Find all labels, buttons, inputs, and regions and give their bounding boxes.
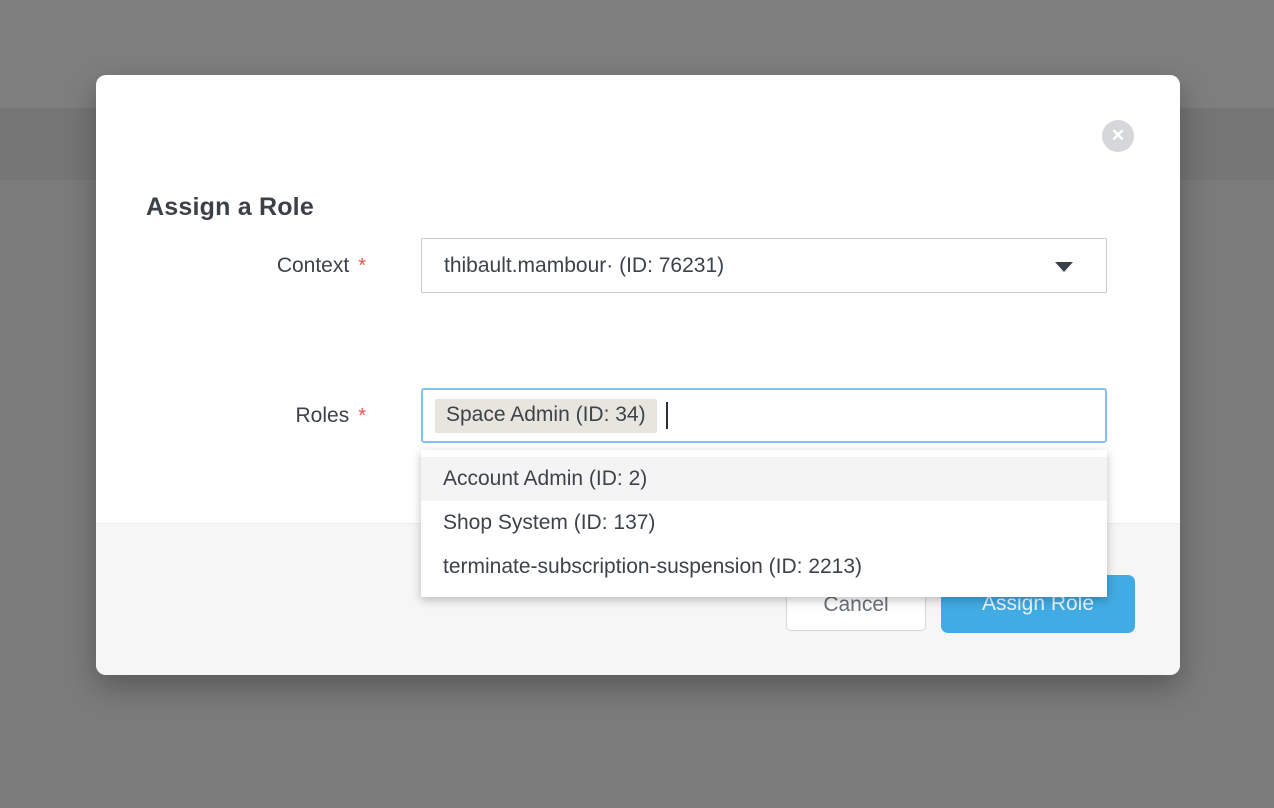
context-required-asterisk: *	[358, 255, 366, 277]
roles-dropdown-list: Account Admin (ID: 2) Shop System (ID: 1…	[421, 450, 1107, 597]
dropdown-option-0[interactable]: Account Admin (ID: 2)	[421, 457, 1107, 501]
assign-role-dialog: Assign a Role ✕ Context * thibault.mambou…	[96, 75, 1180, 675]
roles-multiselect-input[interactable]: Space Admin (ID: 34)	[421, 388, 1107, 443]
chevron-down-icon	[1055, 262, 1073, 272]
dropdown-option-1[interactable]: Shop System (ID: 137)	[421, 501, 1107, 545]
selected-role-tag[interactable]: Space Admin (ID: 34)	[435, 399, 657, 433]
context-select-value: thibault.mambour· (ID: 76231)	[444, 239, 724, 292]
dropdown-option-2[interactable]: terminate-subscription-suspension (ID: 2…	[421, 545, 1107, 589]
context-select[interactable]: thibault.mambour· (ID: 76231)	[421, 238, 1107, 293]
context-label: Context *	[96, 254, 366, 278]
roles-label: Roles *	[96, 404, 366, 428]
close-button[interactable]: ✕	[1102, 120, 1134, 152]
text-cursor	[666, 402, 668, 429]
context-label-text: Context	[277, 254, 349, 277]
roles-label-text: Roles	[296, 404, 350, 427]
dialog-title: Assign a Role	[146, 193, 314, 222]
close-icon: ✕	[1111, 127, 1125, 144]
roles-required-asterisk: *	[358, 405, 366, 427]
